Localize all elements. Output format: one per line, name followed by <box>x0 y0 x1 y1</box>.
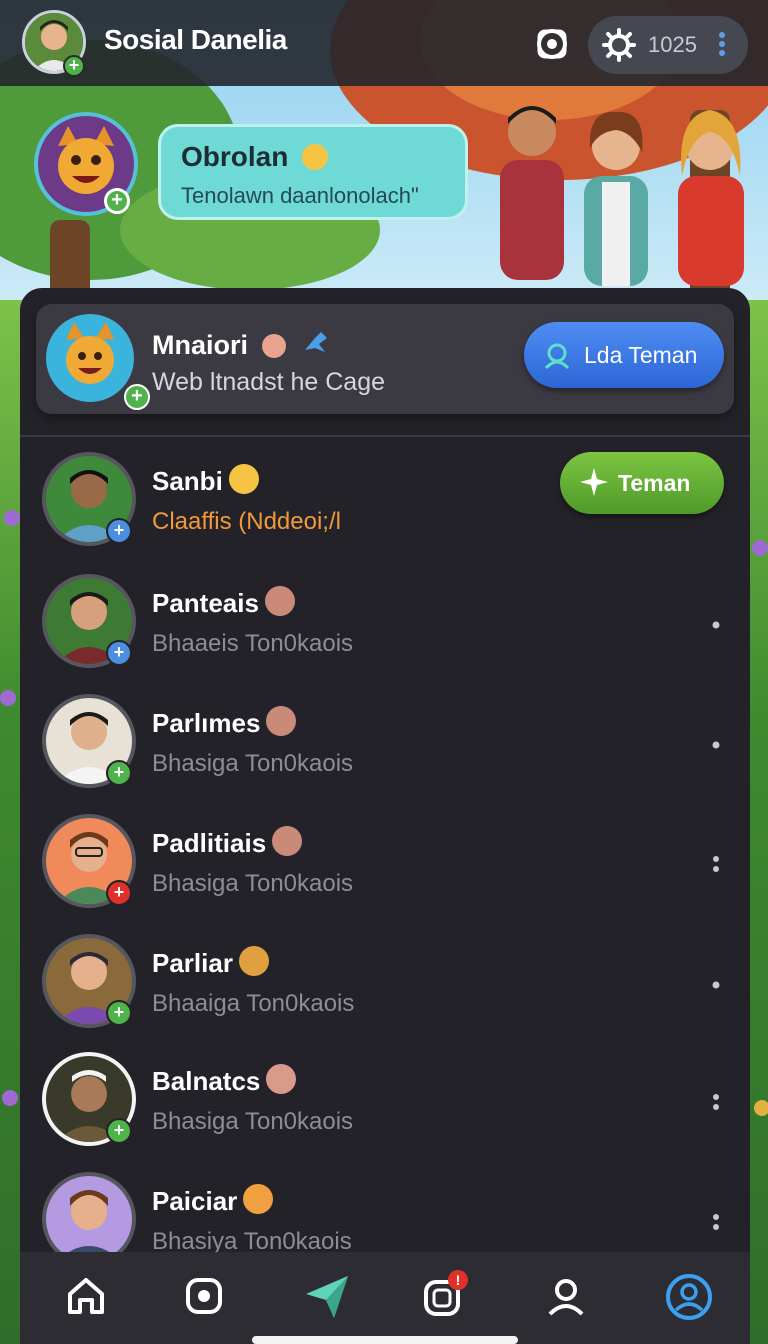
settings-pill[interactable]: 1025 <box>588 16 748 74</box>
characters-illustration <box>470 96 768 296</box>
friend-name: Padlitiais <box>152 826 303 859</box>
friend-name: Paiciar <box>152 1184 274 1217</box>
more-dot-icon[interactable] <box>710 730 722 760</box>
hands-emoji-icon <box>238 946 269 976</box>
bubble-text: Tenolawn daanlonolach" <box>181 183 419 208</box>
add-badge-icon: + <box>106 880 132 906</box>
camera-icon[interactable] <box>530 22 574 66</box>
home-icon[interactable] <box>62 1272 110 1320</box>
friend-status: Bhasiga Ton0kaois <box>152 750 354 777</box>
surprised-emoji-icon <box>243 1184 274 1214</box>
gear-icon[interactable] <box>602 28 636 67</box>
face-emoji-icon <box>266 1064 297 1094</box>
app-title: Sosial Danelia <box>104 24 287 55</box>
flower <box>2 1090 18 1106</box>
add-badge-icon: + <box>106 1118 132 1144</box>
add-badge-icon: + <box>104 188 130 214</box>
flower <box>4 510 20 526</box>
featured-status: Web ltnadst he Cage <box>152 368 386 396</box>
add-badge-icon: + <box>106 640 132 666</box>
notification-badge: ! <box>448 1270 468 1290</box>
more-dot-icon[interactable] <box>710 970 722 1000</box>
add-badge-icon: + <box>106 518 132 544</box>
friend-status: Claaffis (Nddeoi;/l <box>152 508 341 535</box>
friend-status: Bhaaeis Ton0kaois <box>152 630 354 657</box>
friend-row[interactable]: + Parliar Bhaaiga Ton0kaois <box>20 934 750 1052</box>
add-badge-icon: + <box>63 55 85 77</box>
smile-emoji-icon <box>302 144 329 170</box>
friend-row[interactable]: + Panteais Bhaaeis Ton0kaois <box>20 574 750 692</box>
face-emoji-icon <box>261 334 286 358</box>
more-vertical-icon[interactable] <box>716 30 728 63</box>
notifications-icon[interactable]: ! <box>420 1270 468 1320</box>
flower <box>0 690 16 706</box>
add-badge-icon: + <box>106 760 132 786</box>
smile-emoji-icon <box>228 464 259 494</box>
friend-name: Balnatcs <box>152 1064 297 1097</box>
hands-emoji-icon <box>264 586 295 616</box>
friend-row[interactable]: + Balnatcs Bhasiga Ton0kaois <box>20 1052 750 1170</box>
friend-icon <box>542 340 572 375</box>
add-friend-button[interactable]: Lda Teman <box>524 322 724 388</box>
bottom-nav: ! <box>20 1252 750 1344</box>
friend-status: Bhasiga Ton0kaois <box>152 1108 354 1135</box>
friend-name: Sanbi <box>152 464 259 497</box>
counter-value: 1025 <box>648 32 697 57</box>
add-friend-label: Lda Teman <box>584 342 698 368</box>
top-bar: + Sosial Danelia 1025 <box>0 0 768 86</box>
friend-row[interactable]: + Parlımes Bhasiga Ton0kaois <box>20 694 750 812</box>
friend-status: Bhaaiga Ton0kaois <box>152 990 355 1017</box>
flower <box>754 1100 768 1116</box>
flower <box>752 540 768 556</box>
hands-emoji-icon <box>272 826 303 856</box>
home-indicator[interactable] <box>252 1336 518 1344</box>
more-dot-icon[interactable] <box>710 610 722 640</box>
hands-emoji-icon <box>266 706 297 736</box>
friend-name: Parlımes <box>152 706 297 739</box>
more-vertical-icon[interactable] <box>710 1088 722 1118</box>
friend-button[interactable]: Teman <box>560 452 724 514</box>
featured-avatar[interactable]: + <box>46 314 150 410</box>
account-icon[interactable] <box>664 1272 712 1320</box>
more-vertical-icon[interactable] <box>710 1208 722 1238</box>
friend-button-label: Teman <box>618 470 691 496</box>
featured-name: Mnaiori <box>152 328 331 365</box>
chat-bubble[interactable]: Obrolan Tenolawn daanlonolach" <box>158 124 468 220</box>
add-badge-icon: + <box>124 384 150 410</box>
send-icon[interactable] <box>302 1272 350 1320</box>
friend-name: Panteais <box>152 586 295 619</box>
friend-row[interactable]: + Sanbi Claaffis (Nddeoi;/l Teman <box>20 452 750 570</box>
mascot-avatar[interactable]: + <box>34 112 138 216</box>
bird-icon <box>301 328 331 365</box>
sparkle-icon <box>578 466 610 503</box>
add-badge-icon: + <box>106 1000 132 1026</box>
my-avatar[interactable]: + <box>22 10 86 77</box>
friend-status: Bhasiga Ton0kaois <box>152 870 354 897</box>
camera-icon[interactable] <box>180 1272 228 1320</box>
more-vertical-icon[interactable] <box>710 850 722 880</box>
profile-icon[interactable] <box>542 1272 590 1320</box>
friend-name: Parliar <box>152 946 269 979</box>
featured-card[interactable]: + Mnaiori Web ltnadst he Cage Lda Teman <box>36 304 734 414</box>
divider <box>20 435 750 437</box>
friend-row[interactable]: + Padlitiais Bhasiga Ton0kaois <box>20 814 750 932</box>
bubble-title: Obrolan <box>181 141 329 173</box>
